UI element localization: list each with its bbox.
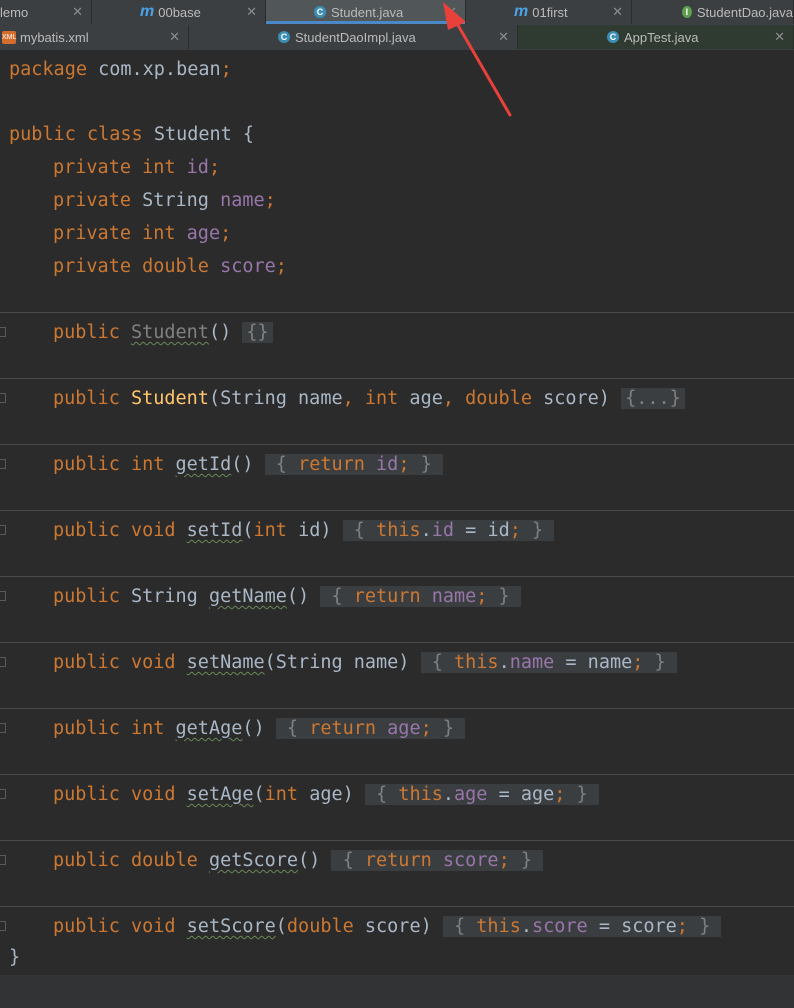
editor-tabs-row-1: lemo ✕ m 00base ✕ C Student.java ✕ m 01f…	[0, 0, 794, 25]
tab-01first[interactable]: m 01first ✕	[466, 0, 632, 24]
close-icon[interactable]: ✕	[498, 29, 509, 45]
method-getname: public String getName() { return name; }	[53, 586, 521, 607]
tab-label: lemo	[0, 4, 29, 20]
method-getscore: public double getScore() { return score;…	[53, 850, 544, 871]
method-getid: public int getId() { return id; }	[53, 454, 443, 475]
method-separator	[0, 444, 794, 445]
field-name: private String name;	[53, 190, 276, 211]
tab-label: AppTest.java	[624, 29, 699, 45]
fold-icon[interactable]	[0, 789, 6, 799]
tab-label: StudentDao.java	[696, 4, 793, 20]
fold-icon[interactable]	[0, 459, 6, 469]
fold-icon[interactable]	[0, 327, 6, 337]
close-icon[interactable]: ✕	[774, 29, 785, 45]
class-icon: C	[278, 31, 290, 43]
method-separator	[0, 906, 794, 907]
close-icon[interactable]: ✕	[612, 4, 623, 20]
close-icon[interactable]: ✕	[169, 29, 180, 45]
method-setname: public void setName(String name) { this.…	[53, 652, 677, 673]
folded-body[interactable]: {...}	[621, 388, 685, 409]
method-separator	[0, 840, 794, 841]
method-setscore: public void setScore(double score) { thi…	[53, 916, 722, 937]
method-constructor-full: public Student(String name, int age, dou…	[53, 387, 685, 411]
fold-icon[interactable]	[0, 657, 6, 667]
method-setid: public void setId(int id) { this.id = id…	[53, 520, 555, 541]
method-getage: public int getAge() { return age; }	[53, 718, 466, 739]
method-separator	[0, 312, 794, 313]
method-separator	[0, 378, 794, 379]
tab-demo[interactable]: lemo ✕	[0, 0, 92, 24]
tab-label: mybatis.xml	[20, 29, 89, 45]
field-score: private double score;	[53, 256, 287, 277]
tab-apptest-java[interactable]: C AppTest.java ✕	[518, 25, 794, 49]
tab-label: StudentDaoImpl.java	[295, 29, 416, 45]
class-closing-brace: }	[9, 947, 21, 968]
tab-label: 01first	[532, 4, 568, 20]
field-id: private int id;	[53, 157, 221, 178]
test-class-icon: C	[607, 31, 619, 43]
method-setage: public void setAge(int age) { this.age =…	[53, 784, 599, 805]
tab-mybatis-xml[interactable]: XML mybatis.xml ✕	[0, 25, 189, 49]
fold-icon[interactable]	[0, 855, 6, 865]
class-icon: C	[314, 6, 326, 18]
close-icon[interactable]: ✕	[446, 4, 457, 20]
interface-icon: I	[682, 6, 692, 18]
module-icon: m	[514, 3, 529, 20]
tab-student-java[interactable]: C Student.java ✕	[266, 0, 466, 24]
tab-studentdao-java[interactable]: I StudentDao.java	[632, 0, 794, 24]
xml-file-icon: XML	[2, 30, 16, 44]
method-separator	[0, 774, 794, 775]
tab-00base[interactable]: m 00base ✕	[92, 0, 266, 24]
close-icon[interactable]: ✕	[246, 4, 257, 20]
fold-icon[interactable]	[0, 393, 6, 403]
tab-label: Student.java	[331, 4, 404, 20]
editor-tabs-row-2: XML mybatis.xml ✕ C StudentDaoImpl.java …	[0, 25, 794, 51]
tab-studentdaoimpl-java[interactable]: C StudentDaoImpl.java ✕	[189, 25, 518, 49]
fold-icon[interactable]	[0, 921, 6, 931]
package-line: package com.xp.bean;	[9, 59, 232, 80]
close-icon[interactable]: ✕	[72, 4, 83, 20]
editor-footer-area	[0, 975, 794, 1008]
method-constructor-default: public Student() {}	[53, 321, 273, 345]
field-age: private int age;	[53, 223, 232, 244]
class-declaration: public class Student {	[9, 124, 255, 145]
module-icon: m	[140, 3, 155, 20]
fold-icon[interactable]	[0, 723, 6, 733]
method-separator	[0, 510, 794, 511]
fold-icon[interactable]	[0, 591, 6, 601]
tab-label: 00base	[158, 4, 201, 20]
method-separator	[0, 708, 794, 709]
method-separator	[0, 576, 794, 577]
fold-icon[interactable]	[0, 525, 6, 535]
folded-body[interactable]: {}	[242, 322, 273, 343]
method-separator	[0, 642, 794, 643]
code-editor[interactable]: package com.xp.bean; public class Studen…	[0, 50, 794, 975]
